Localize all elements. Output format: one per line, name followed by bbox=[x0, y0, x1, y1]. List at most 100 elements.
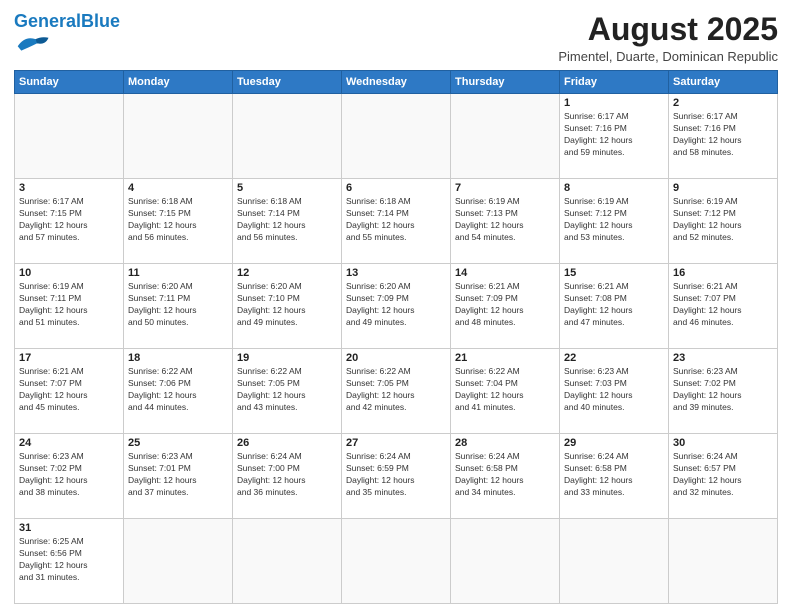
table-row: 2 Sunrise: 6:17 AM Sunset: 7:16 PM Daylig… bbox=[669, 94, 778, 179]
day-info: Sunrise: 6:25 AM Sunset: 6:56 PM Dayligh… bbox=[19, 536, 119, 584]
day-number: 31 bbox=[19, 522, 119, 534]
day-number: 27 bbox=[346, 437, 446, 449]
day-number: 3 bbox=[19, 182, 119, 194]
table-row: 21 Sunrise: 6:22 AM Sunset: 7:04 PM Dayli… bbox=[451, 349, 560, 434]
day-number: 12 bbox=[237, 267, 337, 279]
table-row bbox=[233, 94, 342, 179]
table-row bbox=[15, 94, 124, 179]
day-info: Sunrise: 6:21 AM Sunset: 7:07 PM Dayligh… bbox=[19, 366, 119, 414]
table-row bbox=[451, 94, 560, 179]
day-number: 23 bbox=[673, 352, 773, 364]
table-row: 7 Sunrise: 6:19 AM Sunset: 7:13 PM Daylig… bbox=[451, 179, 560, 264]
day-info: Sunrise: 6:21 AM Sunset: 7:07 PM Dayligh… bbox=[673, 281, 773, 329]
col-thursday: Thursday bbox=[451, 71, 560, 94]
logo-blue: Blue bbox=[81, 11, 120, 31]
day-number: 4 bbox=[128, 182, 228, 194]
table-row: 5Sunrise: 6:18 AM Sunset: 7:14 PM Daylig… bbox=[233, 179, 342, 264]
day-info: Sunrise: 6:23 AM Sunset: 7:02 PM Dayligh… bbox=[19, 451, 119, 499]
day-info: Sunrise: 6:19 AM Sunset: 7:12 PM Dayligh… bbox=[673, 196, 773, 244]
day-number: 7 bbox=[455, 182, 555, 194]
table-row: 16 Sunrise: 6:21 AM Sunset: 7:07 PM Dayli… bbox=[669, 264, 778, 349]
page: GeneralBlue August 2025 Pimentel, Duarte… bbox=[0, 0, 792, 612]
day-info: Sunrise: 6:23 AM Sunset: 7:02 PM Dayligh… bbox=[673, 366, 773, 414]
table-row bbox=[124, 94, 233, 179]
logo-text: GeneralBlue bbox=[14, 12, 120, 30]
day-number: 30 bbox=[673, 437, 773, 449]
table-row: 12Sunrise: 6:20 AM Sunset: 7:10 PM Dayli… bbox=[233, 264, 342, 349]
day-number: 16 bbox=[673, 267, 773, 279]
table-row: 20 Sunrise: 6:22 AM Sunset: 7:05 PM Dayli… bbox=[342, 349, 451, 434]
day-info: Sunrise: 6:21 AM Sunset: 7:09 PM Dayligh… bbox=[455, 281, 555, 329]
table-row: 1 Sunrise: 6:17 AM Sunset: 7:16 PM Daylig… bbox=[560, 94, 669, 179]
day-info: Sunrise: 6:17 AM Sunset: 7:16 PM Dayligh… bbox=[673, 111, 773, 159]
table-row: 28 Sunrise: 6:24 AM Sunset: 6:58 PM Dayli… bbox=[451, 434, 560, 519]
day-info: Sunrise: 6:22 AM Sunset: 7:05 PM Dayligh… bbox=[346, 366, 446, 414]
calendar-week-row: 17 Sunrise: 6:21 AM Sunset: 7:07 PM Dayli… bbox=[15, 349, 778, 434]
calendar-week-row: 10 Sunrise: 6:19 AM Sunset: 7:11 PM Dayli… bbox=[15, 264, 778, 349]
day-info: Sunrise: 6:22 AM Sunset: 7:04 PM Dayligh… bbox=[455, 366, 555, 414]
day-number: 11 bbox=[128, 267, 228, 279]
table-row bbox=[669, 519, 778, 604]
day-info: Sunrise: 6:19 AM Sunset: 7:11 PM Dayligh… bbox=[19, 281, 119, 329]
day-number: 14 bbox=[455, 267, 555, 279]
table-row bbox=[233, 519, 342, 604]
day-info: Sunrise: 6:22 AM Sunset: 7:06 PM Dayligh… bbox=[128, 366, 228, 414]
table-row: 26 Sunrise: 6:24 AM Sunset: 7:00 PM Dayli… bbox=[233, 434, 342, 519]
table-row: 17 Sunrise: 6:21 AM Sunset: 7:07 PM Dayli… bbox=[15, 349, 124, 434]
day-info: Sunrise: 6:23 AM Sunset: 7:01 PM Dayligh… bbox=[128, 451, 228, 499]
day-number: 24 bbox=[19, 437, 119, 449]
day-number: 9 bbox=[673, 182, 773, 194]
day-number: 13 bbox=[346, 267, 446, 279]
day-number: 18 bbox=[128, 352, 228, 364]
table-row bbox=[342, 519, 451, 604]
day-number: 10 bbox=[19, 267, 119, 279]
day-number: 2 bbox=[673, 97, 773, 109]
logo-bird-icon bbox=[14, 32, 50, 52]
day-number: 15 bbox=[564, 267, 664, 279]
table-row: 9 Sunrise: 6:19 AM Sunset: 7:12 PM Daylig… bbox=[669, 179, 778, 264]
table-row bbox=[124, 519, 233, 604]
table-row: 31 Sunrise: 6:25 AM Sunset: 6:56 PM Dayli… bbox=[15, 519, 124, 604]
day-info: Sunrise: 6:24 AM Sunset: 7:00 PM Dayligh… bbox=[237, 451, 337, 499]
day-info: Sunrise: 6:24 AM Sunset: 6:58 PM Dayligh… bbox=[455, 451, 555, 499]
calendar-week-row: 24 Sunrise: 6:23 AM Sunset: 7:02 PM Dayli… bbox=[15, 434, 778, 519]
day-info: Sunrise: 6:18 AM Sunset: 7:14 PM Dayligh… bbox=[346, 196, 446, 244]
day-number: 25 bbox=[128, 437, 228, 449]
table-row bbox=[342, 94, 451, 179]
day-info: Sunrise: 6:20 AM Sunset: 7:09 PM Dayligh… bbox=[346, 281, 446, 329]
day-number: 8 bbox=[564, 182, 664, 194]
day-info: Sunrise: 6:17 AM Sunset: 7:16 PM Dayligh… bbox=[564, 111, 664, 159]
logo-general: General bbox=[14, 11, 81, 31]
day-info: Sunrise: 6:19 AM Sunset: 7:13 PM Dayligh… bbox=[455, 196, 555, 244]
day-info: Sunrise: 6:21 AM Sunset: 7:08 PM Dayligh… bbox=[564, 281, 664, 329]
day-number: 17 bbox=[19, 352, 119, 364]
table-row: 8 Sunrise: 6:19 AM Sunset: 7:12 PM Daylig… bbox=[560, 179, 669, 264]
table-row: 6 Sunrise: 6:18 AM Sunset: 7:14 PM Daylig… bbox=[342, 179, 451, 264]
calendar-week-row: 1 Sunrise: 6:17 AM Sunset: 7:16 PM Daylig… bbox=[15, 94, 778, 179]
table-row: 13 Sunrise: 6:20 AM Sunset: 7:09 PM Dayli… bbox=[342, 264, 451, 349]
calendar-header-row: Sunday Monday Tuesday Wednesday Thursday… bbox=[15, 71, 778, 94]
title-block: August 2025 Pimentel, Duarte, Dominican … bbox=[558, 12, 778, 64]
col-wednesday: Wednesday bbox=[342, 71, 451, 94]
day-number: 26 bbox=[237, 437, 337, 449]
day-number: 21 bbox=[455, 352, 555, 364]
table-row: 19Sunrise: 6:22 AM Sunset: 7:05 PM Dayli… bbox=[233, 349, 342, 434]
month-title: August 2025 bbox=[558, 12, 778, 47]
table-row: 24 Sunrise: 6:23 AM Sunset: 7:02 PM Dayli… bbox=[15, 434, 124, 519]
day-number: 1 bbox=[564, 97, 664, 109]
day-number: 28 bbox=[455, 437, 555, 449]
calendar-week-row: 31 Sunrise: 6:25 AM Sunset: 6:56 PM Dayli… bbox=[15, 519, 778, 604]
header: GeneralBlue August 2025 Pimentel, Duarte… bbox=[14, 12, 778, 64]
table-row bbox=[560, 519, 669, 604]
day-info: Sunrise: 6:19 AM Sunset: 7:12 PM Dayligh… bbox=[564, 196, 664, 244]
table-row: 18 Sunrise: 6:22 AM Sunset: 7:06 PM Dayli… bbox=[124, 349, 233, 434]
calendar-table: Sunday Monday Tuesday Wednesday Thursday… bbox=[14, 70, 778, 604]
col-sunday: Sunday bbox=[15, 71, 124, 94]
day-number: 6 bbox=[346, 182, 446, 194]
col-friday: Friday bbox=[560, 71, 669, 94]
day-number: 20 bbox=[346, 352, 446, 364]
day-number: 22 bbox=[564, 352, 664, 364]
day-info: Sunrise: 6:23 AM Sunset: 7:03 PM Dayligh… bbox=[564, 366, 664, 414]
table-row: 23 Sunrise: 6:23 AM Sunset: 7:02 PM Dayli… bbox=[669, 349, 778, 434]
logo: GeneralBlue bbox=[14, 12, 120, 52]
